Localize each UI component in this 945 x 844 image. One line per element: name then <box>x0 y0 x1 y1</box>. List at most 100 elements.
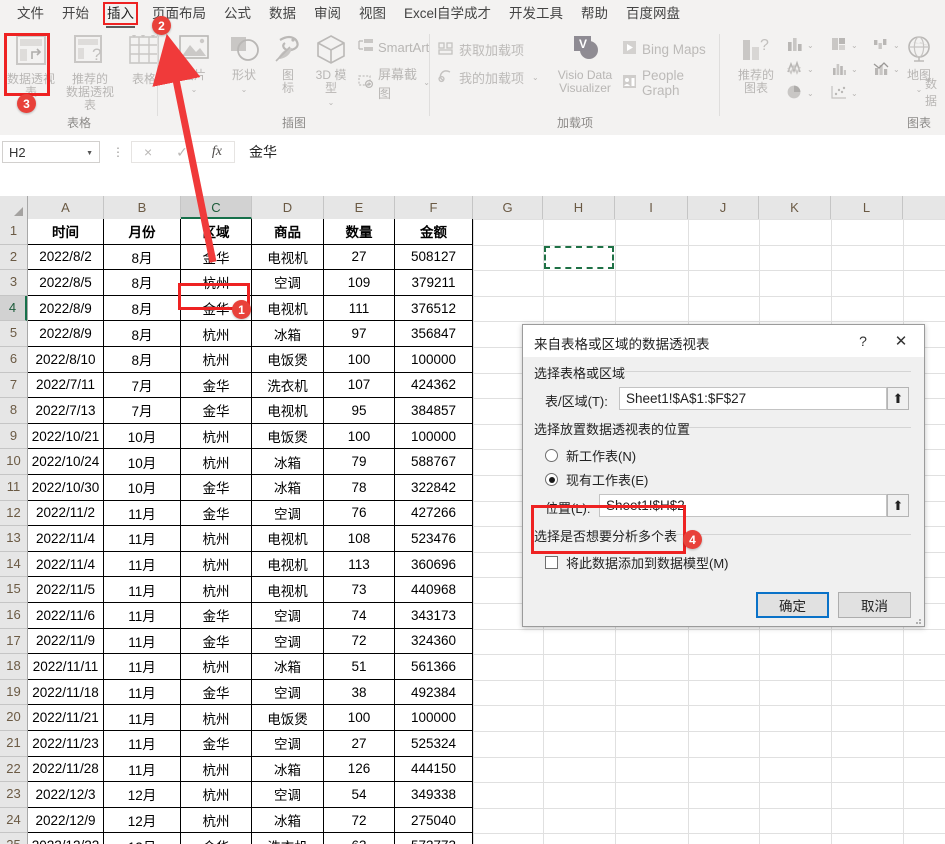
table-cell[interactable]: 杭州 <box>181 782 252 808</box>
table-cell[interactable]: 杭州 <box>181 654 252 680</box>
table-cell[interactable]: 冰箱 <box>252 321 324 347</box>
table-cell[interactable]: 360696 <box>395 551 473 578</box>
visio-data-visualizer-button[interactable]: V Visio Data Visualizer <box>552 34 618 95</box>
table-cell[interactable]: 电视机 <box>252 398 324 424</box>
table-cell[interactable]: 2022/8/9 <box>28 295 104 322</box>
column-header-d[interactable]: D <box>252 196 324 219</box>
table-cell[interactable]: 11月 <box>104 731 181 757</box>
table-cell[interactable]: 电视机 <box>252 526 324 552</box>
table-cell[interactable]: 72 <box>324 628 395 655</box>
column-header-a[interactable]: A <box>28 196 104 219</box>
chevron-down-icon[interactable]: ⌄ <box>851 41 858 50</box>
dialog-resize-grip[interactable] <box>912 615 922 625</box>
pie-chart-button[interactable]: ⌄ <box>786 84 814 103</box>
table-cell[interactable]: 11月 <box>104 628 181 655</box>
table-cell[interactable]: 2022/11/18 <box>28 679 104 706</box>
row-header-18[interactable]: 18 <box>0 654 27 680</box>
table-cell[interactable]: 525324 <box>395 731 473 757</box>
ribbon-tab-data[interactable]: 数据 <box>260 0 305 28</box>
table-cell[interactable]: 126 <box>324 756 395 783</box>
table-cell[interactable]: 2022/10/24 <box>28 449 104 475</box>
cancel-edit-icon[interactable]: × <box>144 144 152 160</box>
column-header-h[interactable]: H <box>543 196 615 219</box>
table-cell[interactable]: 561366 <box>395 654 473 680</box>
my-addins-button[interactable]: 我的加载项 ⌄ <box>438 68 539 87</box>
table-cell[interactable]: 冰箱 <box>252 654 324 680</box>
table-cell[interactable]: 2022/12/9 <box>28 807 104 834</box>
table-cell[interactable]: 100000 <box>395 347 473 373</box>
row-header-24[interactable]: 24 <box>0 808 27 834</box>
table-cell[interactable]: 100 <box>324 705 395 731</box>
table-cell[interactable]: 2022/11/2 <box>28 500 104 527</box>
table-cell[interactable]: 2022/10/30 <box>28 475 104 501</box>
select-all-corner[interactable] <box>0 196 28 219</box>
table-cell[interactable]: 2022/11/4 <box>28 526 104 552</box>
table-cell[interactable]: 54 <box>324 782 395 808</box>
column-header-j[interactable]: J <box>688 196 759 219</box>
ribbon-tab-view[interactable]: 视图 <box>350 0 395 28</box>
bing-maps-button[interactable]: Bing Maps <box>622 40 706 58</box>
smartart-button[interactable]: SmartArt <box>358 38 429 56</box>
table-cell[interactable]: 金华 <box>181 475 252 501</box>
table-cell[interactable]: 275040 <box>395 807 473 834</box>
table-cell[interactable]: 427266 <box>395 500 473 527</box>
table-range-picker-button[interactable]: ⬆ <box>887 387 909 410</box>
table-cell[interactable]: 冰箱 <box>252 475 324 501</box>
formula-bar-handle[interactable]: ⋮ <box>112 146 124 158</box>
screenshot-button[interactable]: 屏幕截图 ⌄ <box>358 64 430 102</box>
row-header-4[interactable]: 4 <box>0 295 27 322</box>
row-header-3[interactable]: 3 <box>0 270 27 296</box>
location-input[interactable]: Sheet1!$H$2 <box>599 494 887 517</box>
row-header-6[interactable]: 6 <box>0 347 27 373</box>
table-cell[interactable]: 27 <box>324 731 395 757</box>
table-header-cell[interactable]: 区域 <box>181 219 252 245</box>
table-cell[interactable]: 金华 <box>181 603 252 629</box>
radio-existing-worksheet[interactable]: 现有工作表(E) <box>545 470 648 489</box>
table-header-cell[interactable]: 金额 <box>395 219 473 245</box>
table-cell[interactable]: 63 <box>324 833 395 844</box>
ok-button[interactable]: 确定 <box>756 592 829 618</box>
table-cell[interactable]: 343173 <box>395 603 473 629</box>
table-cell[interactable]: 11月 <box>104 705 181 731</box>
chevron-down-icon[interactable]: ⌄ <box>191 85 198 94</box>
statistic-chart-button[interactable]: ⌄ <box>830 60 858 79</box>
picture-button[interactable]: 图片 ⌄ <box>170 34 218 95</box>
table-cell[interactable]: 113 <box>324 551 395 578</box>
table-cell[interactable]: 440968 <box>395 577 473 603</box>
table-cell[interactable]: 8月 <box>104 295 181 322</box>
scatter-chart-button[interactable]: ⌄ <box>830 84 858 103</box>
people-graph-button[interactable]: People Graph <box>622 68 720 98</box>
table-cell[interactable]: 12月 <box>104 782 181 808</box>
table-cell[interactable]: 2022/8/5 <box>28 270 104 296</box>
chevron-down-icon[interactable]: ⌄ <box>851 65 858 74</box>
table-cell[interactable]: 金华 <box>181 500 252 527</box>
table-cell[interactable]: 2022/7/13 <box>28 398 104 424</box>
table-cell[interactable]: 杭州 <box>181 423 252 450</box>
table-cell[interactable]: 11月 <box>104 603 181 629</box>
column-header-e[interactable]: E <box>324 196 395 219</box>
checkbox-add-to-data-model[interactable]: 将此数据添加到数据模型(M) <box>545 553 729 572</box>
table-cell[interactable]: 2022/8/10 <box>28 347 104 373</box>
table-header-cell[interactable]: 数量 <box>324 219 395 245</box>
row-header-2[interactable]: 2 <box>0 245 27 271</box>
table-cell[interactable]: 8月 <box>104 244 181 271</box>
table-cell[interactable]: 杭州 <box>181 577 252 603</box>
table-cell[interactable]: 73 <box>324 577 395 603</box>
hierarchy-chart-button[interactable]: ⌄ <box>830 36 858 55</box>
table-cell[interactable]: 74 <box>324 603 395 629</box>
ribbon-tab-insert[interactable]: 插入 <box>98 0 143 28</box>
table-cell[interactable]: 322842 <box>395 475 473 501</box>
table-cell[interactable]: 金华 <box>181 731 252 757</box>
column-header-i[interactable]: I <box>615 196 688 219</box>
help-icon[interactable]: ? <box>852 331 874 351</box>
row-header-9[interactable]: 9 <box>0 424 27 450</box>
icons-button[interactable]: 图 标 <box>272 34 304 95</box>
row-header-15[interactable]: 15 <box>0 577 27 603</box>
table-cell[interactable]: 金华 <box>181 628 252 655</box>
combo-chart-button[interactable]: ⌄ <box>872 60 900 79</box>
table-range-input[interactable]: Sheet1!$A$1:$F$27 <box>619 387 887 410</box>
table-header-cell[interactable]: 商品 <box>252 219 324 245</box>
insert-function-icon[interactable]: fx <box>212 144 222 160</box>
column-header-g[interactable]: G <box>473 196 543 219</box>
chevron-down-icon[interactable]: ⌄ <box>807 65 814 74</box>
